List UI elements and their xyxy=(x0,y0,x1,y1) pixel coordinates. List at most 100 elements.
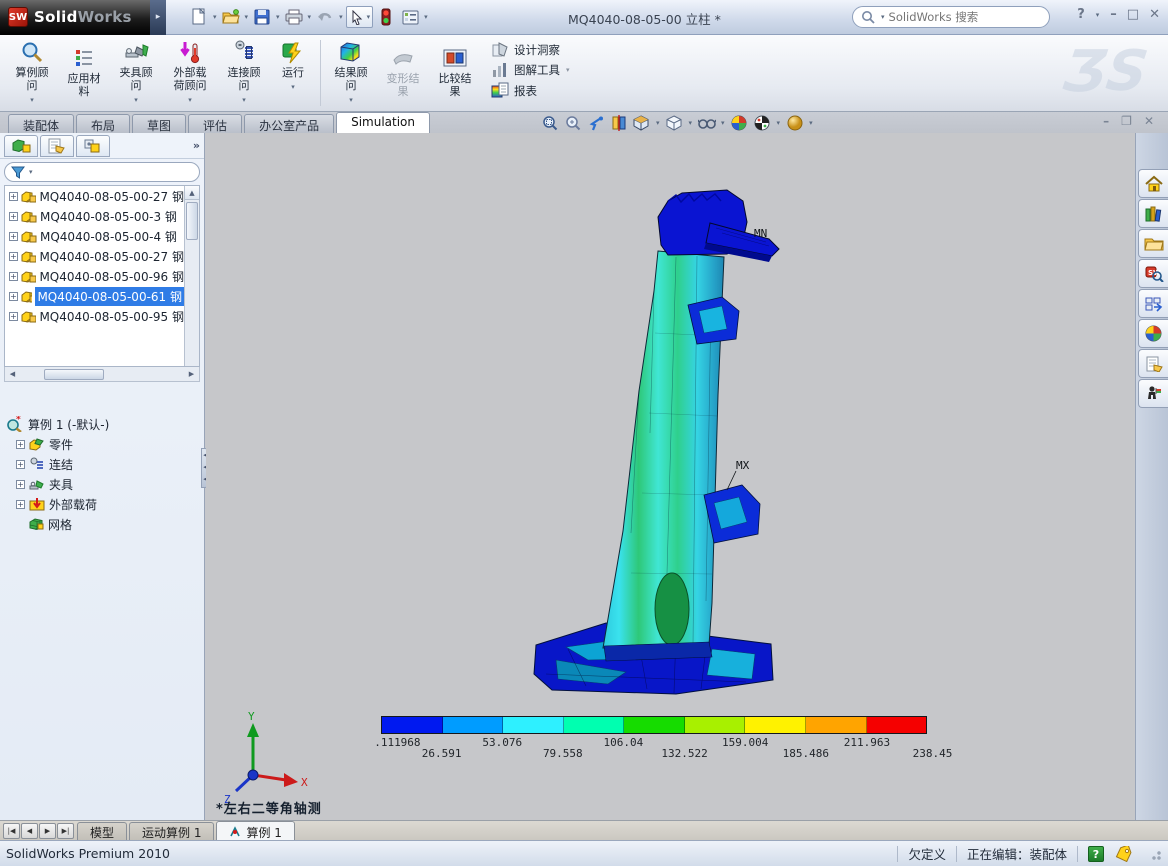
previous-view-icon[interactable] xyxy=(586,114,605,132)
document-recovery-person-icon[interactable] xyxy=(1138,379,1168,408)
help-button[interactable]: ? xyxy=(1077,7,1085,22)
fixtures-advisor-button[interactable]: 夹具顾 问 ▾ xyxy=(110,38,162,107)
external-loads-advisor-button[interactable]: 外部载 荷顾问 ▾ xyxy=(162,38,218,107)
view-orientation-caret[interactable]: ▾ xyxy=(656,119,660,127)
quick-tips-help-icon[interactable]: ? xyxy=(1088,846,1104,862)
resize-grip[interactable] xyxy=(1148,847,1162,861)
tree-row[interactable]: + MQ4040-08-05-00-95 钢 xyxy=(5,306,184,326)
last-tab-button[interactable]: ▶| xyxy=(57,823,74,839)
solidworks-search-icon[interactable]: SW xyxy=(1138,259,1168,288)
search-box[interactable]: ▾ xyxy=(852,6,1050,28)
maximize-button[interactable]: □ xyxy=(1127,7,1139,22)
first-tab-button[interactable]: |◀ xyxy=(3,823,20,839)
appearances-scenes-icon[interactable] xyxy=(1138,319,1168,348)
minimize-button[interactable]: – xyxy=(1110,7,1117,22)
connections-advisor-caret[interactable]: ▾ xyxy=(242,94,246,107)
study-item-connections[interactable]: + 连结 xyxy=(6,454,204,474)
connections-advisor-button[interactable]: 连接顾 问 ▾ xyxy=(218,38,270,107)
select-tool[interactable]: ▾ xyxy=(346,6,374,28)
zoom-to-fit-icon[interactable] xyxy=(540,114,559,132)
scroll-right-arrow[interactable]: ▶ xyxy=(184,370,199,378)
graphics-viewport[interactable]: Y X Z MN MX .111968 53.076 106. xyxy=(206,133,1135,820)
tab-office-products[interactable]: 办公室产品 xyxy=(244,114,334,133)
new-dropdown-caret[interactable]: ▾ xyxy=(213,13,217,21)
compare-results-button[interactable]: 比较结 果 xyxy=(429,38,481,98)
doc-minimize-button[interactable]: – xyxy=(1103,114,1109,128)
results-advisor-button[interactable]: 结果顾 问 ▾ xyxy=(325,38,377,107)
file-explorer-icon[interactable] xyxy=(1138,229,1168,258)
design-library-icon[interactable] xyxy=(1138,199,1168,228)
tab-sketch[interactable]: 草图 xyxy=(132,114,186,133)
plot-tools-caret[interactable]: ▾ xyxy=(566,66,570,74)
solidworks-resources-home-icon[interactable] xyxy=(1138,169,1168,198)
search-input[interactable] xyxy=(889,10,1041,24)
print-icon[interactable] xyxy=(283,6,305,28)
results-advisor-caret[interactable]: ▾ xyxy=(349,94,353,107)
scroll-thumb[interactable] xyxy=(186,202,198,240)
section-view-icon[interactable] xyxy=(609,114,628,132)
display-style-caret[interactable]: ▾ xyxy=(689,119,693,127)
edit-appearance-icon[interactable] xyxy=(730,114,749,132)
tree-row[interactable]: + MQ4040-08-05-00-27 钢 xyxy=(5,246,184,266)
study-item-external-loads[interactable]: + 外部载荷 xyxy=(6,494,204,514)
study-advisor-caret[interactable]: ▾ xyxy=(30,94,34,107)
tab-simulation[interactable]: Simulation xyxy=(336,112,430,133)
tree-row[interactable]: + MQ4040-08-05-00-27 钢 xyxy=(5,186,184,206)
tree-row[interactable]: + MQ4040-08-05-00-3 钢 xyxy=(5,206,184,226)
external-loads-advisor-caret[interactable]: ▾ xyxy=(188,94,192,107)
study-advisor-button[interactable]: 算例顾 问 ▾ xyxy=(6,38,58,107)
fixtures-advisor-caret[interactable]: ▾ xyxy=(134,94,138,107)
study-item-parts[interactable]: + 零件 xyxy=(6,434,204,454)
undo-dropdown-caret[interactable]: ▾ xyxy=(339,13,343,21)
display-style-icon[interactable] xyxy=(665,114,684,132)
tree-row[interactable]: + MQ4040-08-05-00-4 钢 xyxy=(5,226,184,246)
rebuild-traffic-light-icon[interactable] xyxy=(375,6,397,28)
tag-icon[interactable] xyxy=(1114,846,1134,862)
search-scope-caret[interactable]: ▾ xyxy=(881,13,885,21)
tab-layout[interactable]: 布局 xyxy=(76,114,130,133)
tab-evaluate[interactable]: 评估 xyxy=(188,114,242,133)
tab-motion-study[interactable]: 运动算例 1 xyxy=(129,822,214,840)
tab-study-1[interactable]: 算例 1 xyxy=(216,821,294,840)
print-dropdown-caret[interactable]: ▾ xyxy=(308,13,312,21)
scroll-left-arrow[interactable]: ◀ xyxy=(5,370,20,378)
expand-plus-icon[interactable]: + xyxy=(9,292,18,301)
open-dropdown-caret[interactable]: ▾ xyxy=(245,13,249,21)
tree-row[interactable]: + MQ4040-08-05-00-96 钢 xyxy=(5,266,184,286)
close-button[interactable]: ✕ xyxy=(1149,7,1160,22)
hide-show-caret[interactable]: ▾ xyxy=(721,119,725,127)
view-palette-icon[interactable] xyxy=(1138,289,1168,318)
design-insight-button[interactable]: 设计洞察 xyxy=(491,42,571,58)
select-dropdown-caret[interactable]: ▾ xyxy=(367,13,371,21)
view-settings-caret[interactable]: ▾ xyxy=(809,119,813,127)
options-list-icon[interactable] xyxy=(399,6,421,28)
expand-plus-icon[interactable]: + xyxy=(9,312,18,321)
panel-expand-button[interactable]: » xyxy=(193,139,200,152)
expand-plus-icon[interactable]: + xyxy=(16,500,25,509)
apply-scene-icon[interactable] xyxy=(753,114,772,132)
scroll-up-arrow[interactable]: ▲ xyxy=(185,186,199,200)
new-document-icon[interactable] xyxy=(188,6,210,28)
expand-plus-icon[interactable]: + xyxy=(16,460,25,469)
custom-properties-icon[interactable] xyxy=(1138,349,1168,378)
hide-show-items-icon[interactable] xyxy=(697,114,716,132)
configuration-manager-tab[interactable] xyxy=(76,135,110,157)
save-icon[interactable] xyxy=(251,6,273,28)
save-dropdown-caret[interactable]: ▾ xyxy=(276,13,280,21)
feature-manager-tab[interactable] xyxy=(4,135,38,157)
expand-plus-icon[interactable]: + xyxy=(9,232,18,241)
tree-row-selected[interactable]: + MQ4040-08-05-00-61 钢 xyxy=(5,286,184,306)
tree-vertical-scrollbar[interactable]: ▲ xyxy=(184,186,199,366)
run-caret[interactable]: ▾ xyxy=(291,81,295,94)
expand-plus-icon[interactable]: + xyxy=(16,440,25,449)
tab-assembly[interactable]: 装配体 xyxy=(8,114,74,133)
tab-model[interactable]: 模型 xyxy=(77,822,127,840)
expand-plus-icon[interactable]: + xyxy=(9,212,18,221)
filter-dropdown-caret[interactable]: ▾ xyxy=(29,168,33,176)
select-cursor-icon[interactable] xyxy=(348,8,366,26)
study-item-mesh[interactable]: 网格 xyxy=(6,514,204,534)
study-item-fixtures[interactable]: + 夹具 xyxy=(6,474,204,494)
options-dropdown-caret[interactable]: ▾ xyxy=(424,13,428,21)
doc-close-button[interactable]: ✕ xyxy=(1144,114,1154,128)
expand-plus-icon[interactable]: + xyxy=(9,192,18,201)
